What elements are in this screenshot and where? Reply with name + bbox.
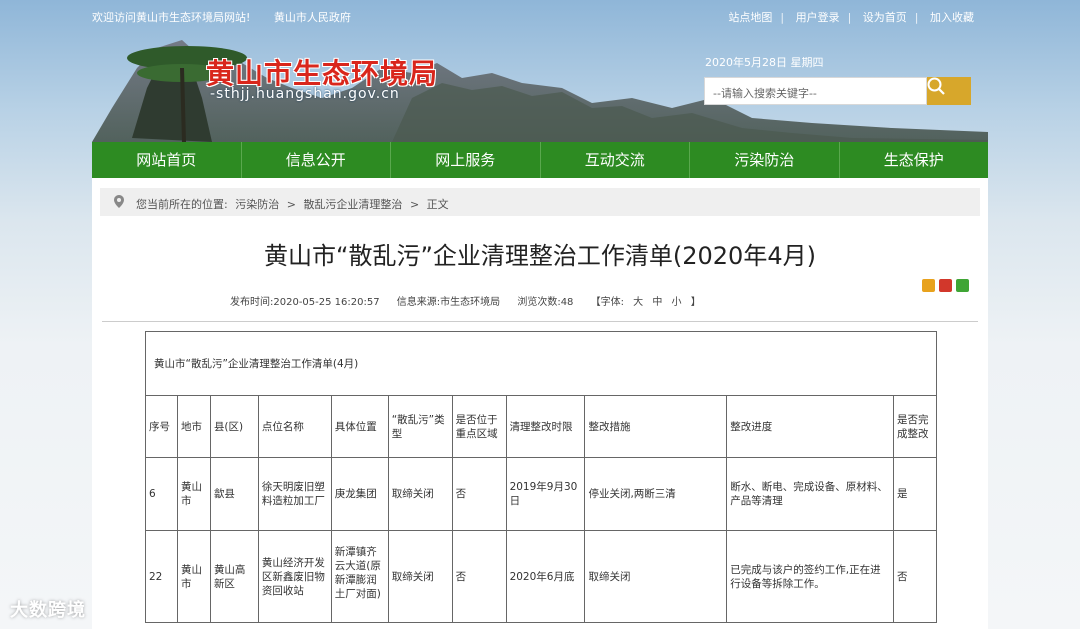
share-wechat-icon[interactable] [956,279,969,292]
breadcrumb-enterprise-rectification[interactable]: 散乱污企业清理整治 [303,198,402,211]
table-header: 地市 [176,395,211,458]
breadcrumb: 您当前所在的位置: 污染防治 > 散乱污企业清理整治 > 正文 [100,188,980,216]
top-bar-left: 欢迎访问黄山市生态环境局网站! 黄山市人民政府 [92,9,371,25]
search-button[interactable] [927,77,971,105]
top-bar-links: 站点地图 | 用户登录 | 设为首页 | 加入收藏 [728,11,974,24]
table-row: 22 黄山市 黄山高新区 黄山经济开发区新鑫废旧物资回收站 新潭镇齐云大道(原新… [145,530,938,623]
main-nav: 网站首页 信息公开 网上服务 互动交流 污染防治 生态保护 [92,142,988,178]
table-header-row: 序号 地市 县(区) 点位名称 具体位置 “散乱污”类型 是否位于重点区域 清理… [145,395,938,458]
table-cell: 取缔关闭 [387,530,453,623]
location-pin-icon [114,195,124,208]
search-input[interactable]: --请输入搜索关键字-- [704,77,927,105]
nav-pollution-control[interactable]: 污染防治 [690,142,840,178]
share-qzone-icon[interactable] [922,279,935,292]
content-panel: 您当前所在的位置: 污染防治 > 散乱污企业清理整治 > 正文 黄山市“散乱污”… [92,178,988,629]
table-cell: 否 [451,530,507,623]
table-cell: 是 [892,457,938,531]
publish-time: 发布时间:2020-05-25 16:20:57 [230,297,380,308]
table-cell: 22 [145,530,178,623]
breadcrumb-pollution-control[interactable]: 污染防治 [235,198,279,211]
table-header: 清理整改时限 [505,395,586,458]
breadcrumb-separator: > [409,198,420,211]
top-bar: 欢迎访问黄山市生态环境局网站! 黄山市人民政府 站点地图 | 用户登录 | 设为首页… [0,0,1080,30]
breadcrumb-current: 正文 [426,198,449,211]
table-cell: 庚龙集团 [330,457,389,531]
article-meta: 发布时间:2020-05-25 16:20:57 信息来源:市生态环境局 浏览次… [230,293,721,308]
welcome-text: 欢迎访问黄山市生态环境局网站! [92,11,251,24]
table-cell: 黄山高新区 [209,530,259,623]
table-cell: 取缔关闭 [584,530,728,623]
share-weibo-icon[interactable] [939,279,952,292]
table-cell: 黄山市 [176,530,211,623]
font-size-control: 【字体: 大 中 小 】 [591,297,707,308]
breadcrumb-separator: > [286,198,296,211]
header-banner: 黄山市生态环境局 -sthjj.huangshan.gov.cn 2020年5月… [92,28,988,142]
table-cell: 断水、断电、完成设备、原材料、产品等清理 [726,457,894,531]
site-url: -sthjj.huangshan.gov.cn [210,86,400,102]
font-size-label: 【字体: [590,297,624,308]
table-cell: 黄山市 [176,457,211,531]
add-favorite-link[interactable]: 加入收藏 [930,11,974,24]
table-cell: 新潭镇齐云大道(原新潭膨润土厂对面) [330,530,389,623]
nav-home[interactable]: 网站首页 [92,142,242,178]
breadcrumb-prefix: 您当前所在的位置: [136,198,228,211]
table-cell: 黄山经济开发区新鑫废旧物资回收站 [257,530,332,623]
article-title: 黄山市“散乱污”企业清理整治工作清单(2020年4月) [264,242,816,270]
table-header: 整改措施 [584,395,728,458]
set-homepage-link[interactable]: 设为首页 [863,11,907,24]
font-size-close: 】 [690,297,701,308]
table-cell: 停业关闭,两断三清 [584,457,728,531]
font-size-medium[interactable]: 中 [652,297,662,308]
rectification-table: 黄山市“散乱污”企业清理整治工作清单(4月) 序号 地市 县(区) 点位名称 具… [145,331,938,623]
info-source: 信息来源:市生态环境局 [396,297,501,308]
table-header: “散乱污”类型 [387,395,453,458]
current-date: 2020年5月28日 星期四 [705,56,824,69]
font-size-small[interactable]: 小 [672,297,682,308]
share-buttons [922,279,969,292]
nav-ecology-protection[interactable]: 生态保护 [840,142,989,178]
table-row: 6 黄山市 歙县 徐天明废旧塑料造粒加工厂 庚龙集团 取缔关闭 否 2019年9… [145,457,938,531]
table-cell: 否 [892,530,938,623]
table-header: 点位名称 [257,395,332,458]
table-cell: 6 [145,457,178,531]
table-header: 是否完成整改 [892,395,938,458]
table-cell: 2019年9月30日 [505,457,586,531]
table-caption: 黄山市“散乱污”企业清理整治工作清单(4月) [145,331,937,396]
table-cell: 否 [451,457,507,531]
watermark-logo: 大数跨境 [10,600,86,621]
font-size-large[interactable]: 大 [633,297,643,308]
nav-online-service[interactable]: 网上服务 [391,142,541,178]
table-cell: 取缔关闭 [387,457,453,531]
table-cell: 已完成与该户的签约工作,正在进行设备等拆除工作。 [726,530,894,623]
table-header: 是否位于重点区域 [451,395,507,458]
table-cell: 徐天明废旧塑料造粒加工厂 [257,457,332,531]
nav-info-disclosure[interactable]: 信息公开 [242,142,391,178]
table-cell: 歙县 [209,457,259,531]
table-header: 序号 [145,395,178,458]
table-header: 整改进度 [726,395,894,458]
search-icon [927,77,945,95]
divider [102,321,978,322]
sitemap-link[interactable]: 站点地图 [728,11,772,24]
login-link[interactable]: 用户登录 [796,11,840,24]
table-cell: 2020年6月底 [505,530,586,623]
view-count: 浏览次数:48 [517,297,574,308]
nav-interaction[interactable]: 互动交流 [541,142,690,178]
table-header: 具体位置 [330,395,389,458]
table-header: 县(区) [209,395,259,458]
gov-link[interactable]: 黄山市人民政府 [274,11,351,24]
